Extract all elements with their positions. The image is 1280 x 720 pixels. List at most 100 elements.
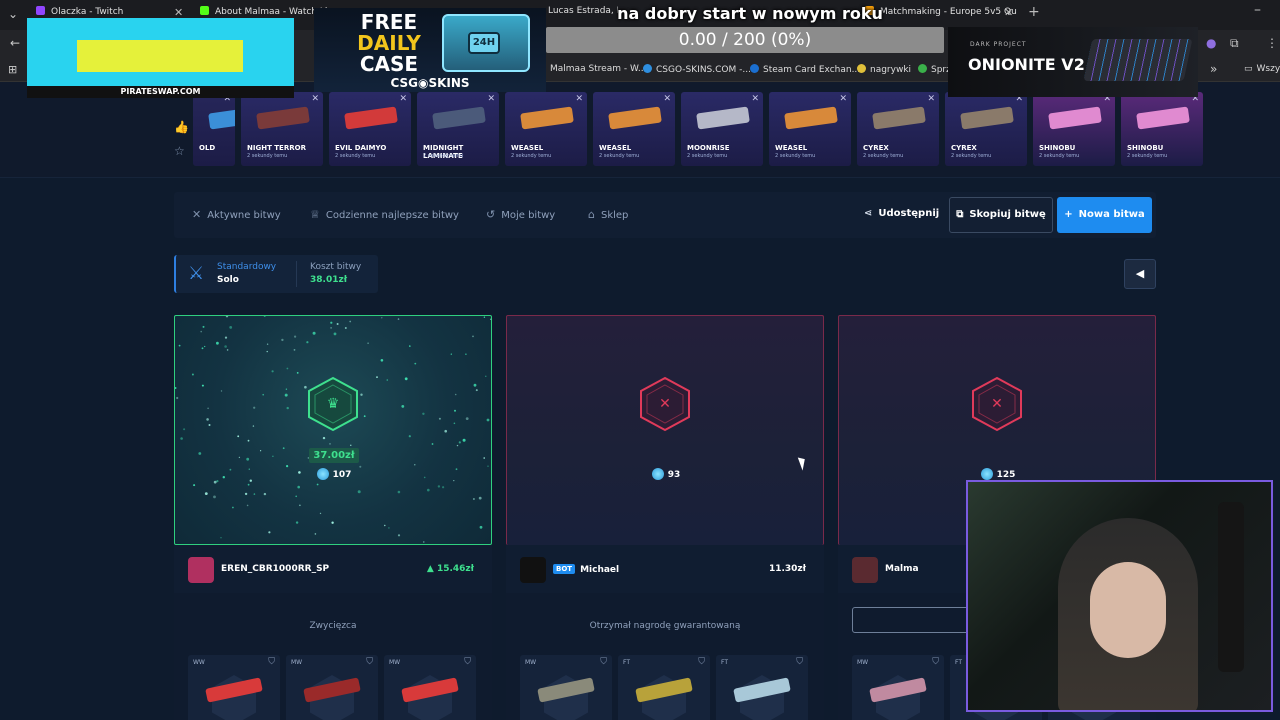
won-item-card[interactable]: MW ⛉ — [852, 655, 944, 720]
donation-goal-bar: 0.00 / 200 (0%) — [546, 27, 944, 53]
csgoskins-logo: CSG◉SKINS — [390, 76, 470, 90]
collapse-button[interactable]: ◀ — [1124, 259, 1156, 289]
shield-check-icon: ⛉ — [464, 657, 471, 667]
minimize-icon[interactable]: – — [1254, 2, 1261, 18]
extension-icon[interactable]: ● — [1206, 36, 1216, 50]
keyboard-sponsor-ad: DARK PROJECT ONIONITE V2 — [948, 27, 1198, 97]
new-battle-button[interactable]: + Nowa bitwa — [1057, 197, 1152, 233]
live-drop-card[interactable]: ✕ NIGHT TERROR 2 sekundy temu — [241, 92, 323, 166]
swords-icon: ✕ — [192, 208, 202, 221]
copy-battle-button[interactable]: ⧉ Skopiuj bitwę — [949, 197, 1053, 233]
cost-value: 38.01zł — [310, 275, 348, 285]
avatar[interactable] — [520, 557, 546, 583]
shield-check-icon: ⛉ — [932, 657, 939, 667]
new-tab-button[interactable]: + — [1028, 4, 1040, 20]
dismiss-icon[interactable]: ✕ — [663, 94, 671, 104]
dismiss-icon[interactable]: ✕ — [399, 94, 407, 104]
bookmark-nagrywki[interactable]: nagrywki — [857, 64, 911, 75]
live-drop-card[interactable]: ✕ WEASEL 2 sekundy temu — [593, 92, 675, 166]
menu-icon[interactable]: ⋮ — [1266, 36, 1278, 50]
player-name[interactable]: Malma — [885, 564, 919, 574]
more-bookmarks-icon[interactable]: » — [1210, 62, 1217, 76]
wear-label: MW — [389, 659, 401, 666]
extensions-puzzle-icon[interactable]: ⧉ — [1230, 36, 1239, 51]
live-drop-card[interactable]: ✕ EVIL DAIMYO 2 sekundy temu — [329, 92, 411, 166]
close-tab-icon[interactable]: ✕ — [1004, 6, 1013, 19]
won-item-card[interactable]: FT ⛉ — [716, 655, 808, 720]
mode-label: Standardowy — [217, 262, 277, 272]
dismiss-icon[interactable]: ✕ — [311, 94, 319, 104]
nav-daily-best[interactable]: ♕ Codzienne najlepsze bitwy — [310, 208, 459, 221]
other-bookmarks-folder[interactable]: ▭ Wszy — [1244, 64, 1280, 74]
dismiss-icon[interactable]: ✕ — [487, 94, 495, 104]
battle-arena: ♛ 37.00zł 107 — [174, 315, 492, 545]
sheets-icon — [918, 64, 927, 73]
live-drop-card[interactable]: ✕ CYREX 2 sekundy temu — [857, 92, 939, 166]
won-item-card[interactable]: WW ⛉ — [188, 655, 280, 720]
shield-check-icon: ⛉ — [698, 657, 705, 667]
won-item-card[interactable]: MW ⛉ — [384, 655, 476, 720]
shield-check-icon: ⛉ — [366, 657, 373, 667]
coin-icon — [651, 468, 664, 480]
sponsor-brand: DARK PROJECT — [970, 41, 1027, 48]
wear-label: FT — [721, 659, 729, 666]
bookmark-sprz[interactable]: Sprz — [918, 64, 951, 75]
weapon-skin-image — [608, 106, 662, 130]
live-drop-card[interactable]: ✕ WEASEL 2 sekundy temu — [505, 92, 587, 166]
player-name[interactable]: EREN_CBR1000RR_SP — [221, 564, 329, 574]
player-column: ✕ 93 BOT Michael 11.30zł Otrzymał nagrodę gwa… — [506, 315, 824, 720]
live-drop-card[interactable]: ✕ SHINOBU 2 sekundy temu — [1033, 92, 1115, 166]
won-item-card[interactable]: MW ⛉ — [520, 655, 612, 720]
skin-name: WEASEL — [775, 144, 808, 152]
bookmark-malmaa[interactable]: Malmaa Stream - W... — [550, 64, 646, 74]
result-status: Otrzymał nagrodę gwarantowaną — [589, 621, 741, 631]
ad-banner — [77, 40, 243, 72]
wear-label: FT — [955, 659, 963, 666]
live-drop-card[interactable]: ✕ OLD — [193, 92, 235, 166]
weapon-skin-image — [256, 106, 310, 130]
avatar[interactable] — [188, 557, 214, 583]
webcam-face — [1090, 562, 1166, 658]
share-button[interactable]: ⋖ Udostępnij — [864, 208, 939, 219]
sponsor-product: ONIONITE V2 — [968, 55, 1085, 74]
live-drop-card[interactable]: ✕ CYREX 2 sekundy temu — [945, 92, 1027, 166]
tab-search-icon[interactable]: ⌄ — [8, 7, 18, 21]
live-drop-card[interactable]: ✕ SHINOBU 2 sekundy temu — [1121, 92, 1203, 166]
player-loot: Zwycięzca WW ⛉ MW ⛉ MW ⛉ — [174, 593, 492, 720]
thumbs-up-icon[interactable]: 👍 — [174, 120, 189, 134]
skin-name: NIGHT TERROR — [247, 144, 306, 152]
avatar[interactable] — [852, 557, 878, 583]
nav-active-battles[interactable]: ✕ Aktywne bitwy — [192, 208, 281, 221]
won-item-card[interactable]: MW ⛉ — [286, 655, 378, 720]
star-icon[interactable]: ☆ — [174, 144, 185, 158]
pirateswap-ad: PIRATESWAP.COM — [27, 18, 294, 98]
microphone — [1218, 502, 1244, 672]
drop-time: 2 sekundy temu — [423, 153, 464, 159]
dismiss-icon[interactable]: ✕ — [751, 94, 759, 104]
keyboard-image — [1083, 39, 1193, 81]
skin-name: SHINOBU — [1127, 144, 1164, 152]
crossed-swords-icon: ⚔ — [188, 263, 205, 284]
drop-time: 2 sekundy temu — [1039, 153, 1080, 159]
dismiss-icon[interactable]: ✕ — [927, 94, 935, 104]
plus-icon: + — [1064, 209, 1073, 220]
trophy-icon: ♛ — [326, 396, 340, 412]
bookmark-csgoskins[interactable]: CSGO-SKINS.COM -... — [643, 64, 751, 75]
nav-my-battles[interactable]: ↺ Moje bitwy — [486, 208, 555, 221]
chevron-left-icon: ◀ — [1135, 267, 1145, 280]
apps-grid-icon[interactable]: ⊞ — [8, 63, 17, 76]
wear-label: FT — [623, 659, 631, 666]
player-name[interactable]: BOT Michael — [553, 564, 619, 575]
dismiss-icon[interactable]: ✕ — [839, 94, 847, 104]
bookmark-steam-cards[interactable]: Steam Card Exchan... — [750, 64, 860, 75]
free-daily-case-ad: FREE DAILY CASE 24H CSG◉SKINS — [314, 8, 546, 92]
live-drop-card[interactable]: ✕ MIDNIGHT LAMINATE 2 sekundy temu — [417, 92, 499, 166]
dismiss-icon[interactable]: ✕ — [575, 94, 583, 104]
back-icon[interactable]: ← — [10, 36, 20, 50]
live-drop-card[interactable]: ✕ WEASEL 2 sekundy temu — [769, 92, 851, 166]
won-item-card[interactable]: FT ⛉ — [618, 655, 710, 720]
live-drop-card[interactable]: ✕ MOONRISE 2 sekundy temu — [681, 92, 763, 166]
drop-time: 2 sekundy temu — [775, 153, 816, 159]
close-icon: ✕ — [991, 396, 1003, 412]
nav-shop[interactable]: ⌂ Sklep — [588, 208, 628, 221]
